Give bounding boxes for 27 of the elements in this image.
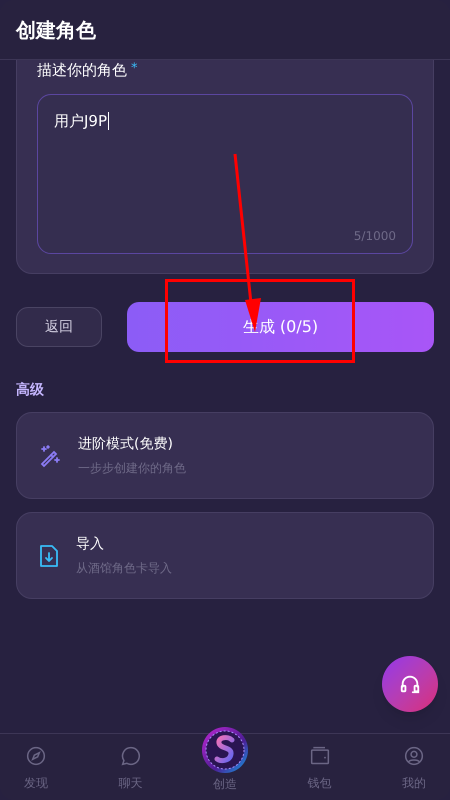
character-counter: 5/1000 [354, 228, 396, 244]
page-title: 创建角色 [16, 16, 96, 44]
app-logo-icon[interactable] [201, 726, 249, 774]
nav-label[interactable]: 发现 [24, 774, 48, 792]
headset-icon [399, 673, 421, 695]
magic-wand-icon [38, 444, 62, 468]
field-label: 描述你的角色 [37, 60, 127, 81]
nav-label[interactable]: 聊天 [118, 774, 142, 792]
option-card[interactable]: 导入 从酒馆角色卡导入 [16, 512, 434, 599]
option-subtitle: 从酒馆角色卡导入 [76, 560, 172, 577]
description-field[interactable]: 用户J9P 5/1000 [37, 94, 413, 254]
nav-label[interactable]: 我的 [402, 774, 426, 792]
nav-label[interactable]: 钱包 [308, 774, 332, 792]
chat-bubble-icon [120, 746, 140, 766]
nav-label[interactable]: 创造 [213, 775, 237, 793]
option-card[interactable]: 进阶模式(免费) 一步步创建你的角色 [16, 412, 434, 499]
compass-icon [26, 746, 46, 766]
section-title: 高级 [16, 380, 45, 400]
profile-icon [404, 746, 424, 766]
file-download-icon [38, 544, 60, 568]
required-mark: * [131, 60, 138, 78]
option-title: 导入 [76, 535, 105, 554]
field-value: 用户J9P [54, 112, 110, 130]
option-title: 进阶模式(免费) [78, 435, 174, 454]
wallet-icon [310, 746, 330, 766]
option-subtitle: 一步步创建你的角色 [78, 460, 186, 477]
back-button[interactable]: 返回 [16, 307, 102, 347]
